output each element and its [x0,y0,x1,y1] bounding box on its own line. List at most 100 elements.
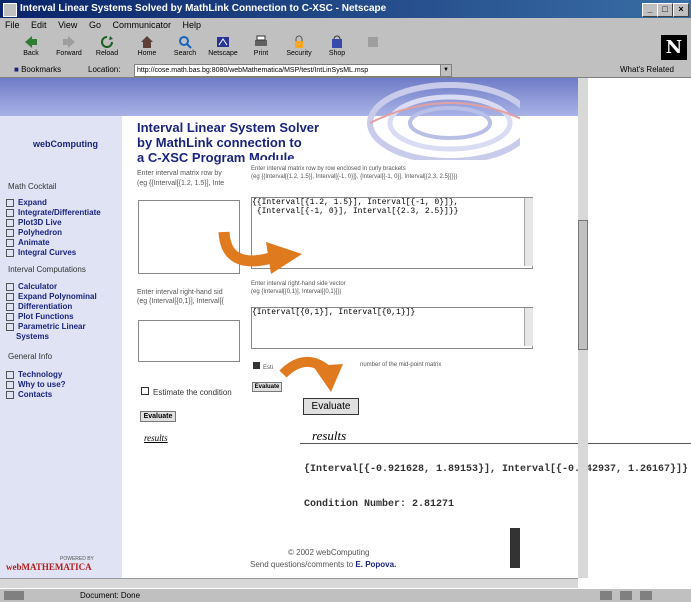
app-icon [3,3,17,17]
bookmarks-button[interactable]: ■ Bookmarks [14,63,61,77]
sidebar-item-differentiation[interactable]: Differentiation [6,302,72,311]
webmathematica-logo: webMATHEMATICA [6,562,92,572]
navigation-toolbar: Back Forward Reload Home Search Netscape… [0,33,691,64]
menu-bar: File Edit View Go Communicator Help [0,18,691,33]
url-dropdown-icon[interactable]: ▼ [440,64,452,77]
sidebar-item-technology[interactable]: Technology [6,370,62,379]
sidebar-item-polyhedron[interactable]: Polyhedron [6,228,62,237]
matrix-textarea-scrollbar[interactable] [524,198,533,266]
netscape-logo: N [661,35,687,60]
sidebar-item-plot3d[interactable]: Plot3D Live [6,218,62,227]
menu-edit[interactable]: Edit [31,20,47,30]
search-icon [179,36,192,49]
matrix-input-example: (eg {{Interval[{1.2, 1.5}], Interval[{-1… [251,174,458,180]
home-icon [141,36,153,48]
bullet-icon [6,282,14,291]
bullet-icon [6,198,14,207]
rhs-textarea[interactable]: {Interval[{0,1}], Interval[{0,1}]} [251,307,533,349]
print-icon [255,35,267,46]
menu-file[interactable]: File [5,20,20,30]
sidebar-item-animate[interactable]: Animate [6,238,50,247]
location-label: Location: [88,65,121,74]
inner-scroll-thumb[interactable] [510,528,520,568]
sidebar-item-expand-polynominal[interactable]: Expand Polynominal [6,292,97,301]
menu-communicator[interactable]: Communicator [112,20,171,30]
component-status-icon [640,591,652,600]
results-divider [300,443,691,444]
sidebar-item-plot-functions[interactable]: Plot Functions [6,312,74,321]
sidebar-section-title: Interval Computations [8,265,86,274]
url-input[interactable]: http://cose.math.bas.bg:8080/webMathemat… [134,64,443,77]
menu-view[interactable]: View [58,20,77,30]
sidebar-item-contacts[interactable]: Contacts [6,390,52,399]
sidebar-item-parametric-linear[interactable]: Parametric Linear [6,322,86,331]
surface-graphic [367,82,520,164]
security-button[interactable]: Security [282,35,316,62]
bullet-icon [6,322,14,331]
sidebar-item-integrate[interactable]: Integrate/Differentiate [6,208,101,217]
back-rhs-label: Enter interval right-hand sid [137,289,223,296]
back-button[interactable]: Back [14,35,48,62]
back-estimate-checkbox[interactable]: Estimate the condition [141,387,232,397]
author-link[interactable]: E. Popova. [355,560,396,569]
bullet-icon [6,312,14,321]
location-bar: ■ Bookmarks Location: http://cose.math.b… [0,63,691,78]
menu-help[interactable]: Help [183,20,202,30]
reload-icon [101,36,113,48]
back-evaluate-button[interactable]: Evaluate [140,411,176,422]
checkbox-icon [141,387,149,395]
back-rhs-example: (eg {Interval[{0,1}], Interval[{ [137,298,224,305]
shop-icon [332,35,342,48]
sidebar-item-calculator[interactable]: Calculator [6,282,57,291]
stop-icon [368,37,378,47]
security-status-icon [600,591,612,600]
mail-status-icon [620,591,632,600]
results-panel [300,428,691,568]
bullet-icon [6,380,14,389]
vertical-scroll-thumb[interactable] [578,220,588,350]
bookmark-icon: ■ [14,65,19,74]
back-results-label: results [144,433,168,443]
netscape-icon [217,37,229,47]
search-button[interactable]: Search [168,35,202,62]
bullet-icon [6,248,14,257]
sidebar-item-systems[interactable]: Systems [16,332,49,341]
close-button[interactable]: × [673,3,689,17]
copyright-text: © 2002 webComputing [288,548,370,557]
sidebar-section-title: Math Cocktail [8,182,57,191]
print-button[interactable]: Print [244,35,278,62]
forward-button[interactable]: Forward [52,35,86,62]
home-button[interactable]: Home [130,35,164,62]
matrix-input-label: Enter interval matrix row by row enclose… [251,166,406,172]
maximize-button[interactable]: □ [657,3,673,17]
estimate-condition-label: number of the mid-point matrix [360,362,442,368]
sidebar-brand: webComputing [33,139,98,149]
sidebar-section-title: General Info [8,352,53,361]
minimize-button[interactable]: _ [642,3,658,17]
sidebar-item-why-use[interactable]: Why to use? [6,380,66,389]
checkbox-checked-icon [253,362,260,369]
contact-line: Send questions/comments to E. Popova. [250,560,397,569]
whats-related-button[interactable]: What's Related [620,63,674,77]
rhs-input-example: (eg {Interval[{0,1}], Interval[{0,1}]}) [251,289,342,295]
back-matrix-label: Enter interval matrix row by [137,170,222,177]
back-rhs-textarea[interactable] [138,320,240,362]
lock-icon [295,35,303,48]
bullet-icon [6,228,14,237]
netscape-button[interactable]: Netscape [206,35,240,62]
window-titlebar: Interval Linear Systems Solved by MathLi… [0,0,691,18]
curved-arrow-icon [218,231,302,274]
shop-button[interactable]: Shop [320,35,354,62]
evaluate-button[interactable]: Evaluate [303,398,359,415]
sidebar-item-expand[interactable]: Expand [6,198,47,207]
back-icon [25,36,37,48]
menu-go[interactable]: Go [89,20,101,30]
estimate-condition-checkbox[interactable]: Esti [253,362,273,371]
sidebar-item-integral-curves[interactable]: Integral Curves [6,248,76,257]
result-vector: {Interval[{-0.921628, 1.89153}], Interva… [304,464,689,475]
bullet-icon [6,208,14,217]
reload-button[interactable]: Reload [90,35,124,62]
forward-icon [63,36,75,48]
rhs-textarea-scrollbar[interactable] [524,308,533,346]
stop-button[interactable] [356,35,390,62]
